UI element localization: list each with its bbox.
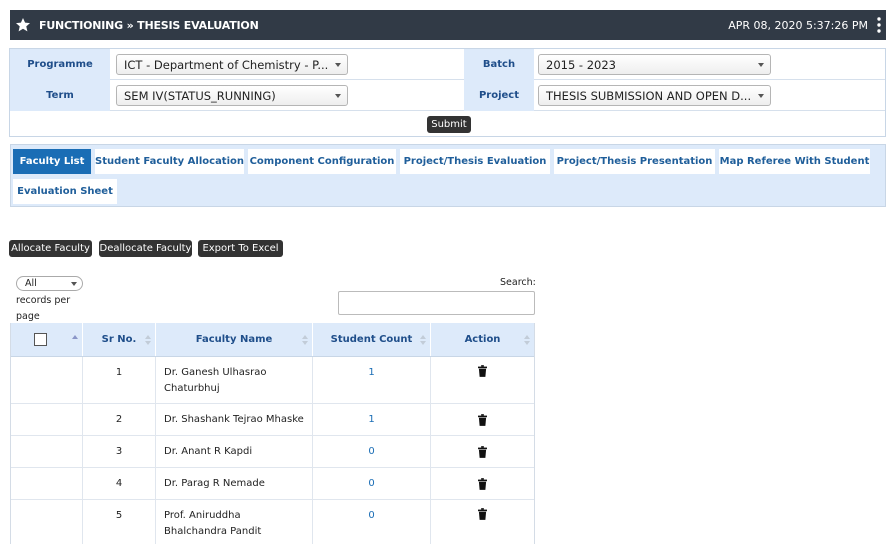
tab-project-thesis-evaluation[interactable]: Project/Thesis Evaluation: [400, 149, 550, 174]
submit-button[interactable]: Submit: [427, 116, 471, 133]
chevron-down-icon: [758, 63, 764, 67]
action-cell: [431, 404, 534, 435]
student-count-link[interactable]: 1: [313, 404, 431, 435]
tab-student-faculty-allocation[interactable]: Student Faculty Allocation: [95, 149, 244, 174]
table-row: 4 Dr. Parag R Nemade 0: [11, 468, 534, 500]
tab-map-referee-with-student[interactable]: Map Referee With Student: [719, 149, 870, 174]
faculty-name-cell: Dr. Anant R Kapdi: [156, 436, 313, 467]
column-header-label: Faculty Name: [195, 334, 273, 345]
page-title: FUNCTIONING » THESIS EVALUATION: [39, 18, 259, 32]
row-select-cell: [11, 436, 83, 467]
action-cell: [431, 436, 534, 467]
chevron-down-icon: [335, 63, 341, 67]
records-per-page-value: All: [25, 278, 37, 289]
sort-icon: [420, 335, 426, 345]
faculty-name-cell: Dr. Ganesh Ulhasrao Chaturbhuj: [156, 357, 313, 403]
column-header-label: Student Count: [330, 334, 413, 345]
student-count-link[interactable]: 0: [313, 436, 431, 467]
action-cell: [431, 468, 534, 499]
trash-icon[interactable]: [478, 365, 487, 377]
deallocate-faculty-button[interactable]: Deallocate Faculty: [99, 240, 192, 257]
select-all-header: [11, 323, 83, 356]
export-to-excel-button[interactable]: Export To Excel: [198, 240, 283, 257]
project-label: Project: [464, 80, 534, 111]
faculty-table: Sr No. Faculty Name Student Count Action…: [10, 323, 535, 544]
sort-icon: [524, 335, 530, 345]
programme-value: ICT - Department of Chemistry - P...: [124, 58, 329, 72]
column-header-student-count[interactable]: Student Count: [313, 323, 431, 356]
project-value: THESIS SUBMISSION AND OPEN D...: [546, 89, 752, 103]
column-header-action[interactable]: Action: [431, 323, 534, 356]
sort-asc-icon[interactable]: [72, 334, 78, 346]
batch-label: Batch: [464, 49, 534, 80]
tab-evaluation-sheet[interactable]: Evaluation Sheet: [13, 179, 117, 204]
column-header-label: Sr No.: [101, 334, 137, 345]
faculty-name-cell: Dr. Parag R Nemade: [156, 468, 313, 499]
sort-icon: [302, 335, 308, 345]
column-header-sr-no[interactable]: Sr No.: [83, 323, 156, 356]
table-row: 5 Prof. Aniruddha Bhalchandra Pandit 0: [11, 500, 534, 544]
sr-no-cell: 5: [83, 500, 156, 544]
student-count-link[interactable]: 0: [313, 500, 431, 544]
table-row: 1 Dr. Ganesh Ulhasrao Chaturbhuj 1: [11, 357, 534, 404]
tab-faculty-list[interactable]: Faculty List: [13, 149, 91, 174]
faculty-name-cell: Dr. Shashank Tejrao Mhaske: [156, 404, 313, 435]
sr-no-cell: 2: [83, 404, 156, 435]
action-cell: [431, 357, 534, 403]
sr-no-cell: 3: [83, 436, 156, 467]
row-select-cell: [11, 404, 83, 435]
programme-select[interactable]: ICT - Department of Chemistry - P...: [116, 54, 348, 75]
tab-bar: Faculty List Student Faculty Allocation …: [10, 144, 886, 207]
term-label: Term: [10, 80, 110, 111]
project-select[interactable]: THESIS SUBMISSION AND OPEN D...: [538, 85, 771, 106]
chevron-down-icon: [71, 282, 77, 286]
trash-icon[interactable]: [478, 413, 487, 426]
filter-panel: Programme ICT - Department of Chemistry …: [9, 48, 886, 137]
kebab-menu-icon[interactable]: [876, 17, 882, 33]
tab-project-thesis-presentation[interactable]: Project/Thesis Presentation: [554, 149, 715, 174]
column-header-label: Action: [464, 334, 501, 345]
filter-row-2: Term SEM IV(STATUS_RUNNING) Project THES…: [10, 80, 885, 111]
table-header-row: Sr No. Faculty Name Student Count Action: [11, 323, 534, 357]
search-label: Search:: [500, 277, 536, 288]
sr-no-cell: 4: [83, 468, 156, 499]
student-count-link[interactable]: 0: [313, 468, 431, 499]
title-bar: FUNCTIONING » THESIS EVALUATION APR 08, …: [10, 10, 886, 40]
row-select-cell: [11, 500, 83, 544]
action-cell: [431, 500, 534, 544]
chevron-down-icon: [758, 94, 764, 98]
search-input[interactable]: [338, 291, 535, 315]
datetime-display: APR 08, 2020 5:37:26 PM: [728, 18, 868, 32]
table-row: 3 Dr. Anant R Kapdi 0: [11, 436, 534, 468]
faculty-name-cell: Prof. Aniruddha Bhalchandra Pandit: [156, 500, 313, 544]
allocate-faculty-button[interactable]: Allocate Faculty: [9, 240, 92, 257]
trash-icon[interactable]: [478, 508, 487, 520]
batch-value: 2015 - 2023: [546, 58, 616, 72]
chevron-down-icon: [335, 94, 341, 98]
programme-label: Programme: [10, 49, 110, 80]
records-per-page-label: records per page: [16, 295, 71, 322]
records-per-page-select[interactable]: All: [16, 276, 83, 291]
row-select-cell: [11, 357, 83, 403]
sort-icon: [145, 335, 151, 345]
trash-icon[interactable]: [478, 477, 487, 490]
star-icon: [16, 18, 30, 32]
trash-icon[interactable]: [478, 445, 487, 458]
term-value: SEM IV(STATUS_RUNNING): [124, 89, 276, 103]
sr-no-cell: 1: [83, 357, 156, 403]
column-header-faculty-name[interactable]: Faculty Name: [156, 323, 313, 356]
select-all-checkbox[interactable]: [34, 333, 47, 346]
row-select-cell: [11, 468, 83, 499]
filter-row-1: Programme ICT - Department of Chemistry …: [10, 49, 885, 80]
term-select[interactable]: SEM IV(STATUS_RUNNING): [116, 85, 348, 106]
student-count-link[interactable]: 1: [313, 357, 431, 403]
batch-select[interactable]: 2015 - 2023: [538, 54, 771, 75]
table-row: 2 Dr. Shashank Tejrao Mhaske 1: [11, 404, 534, 436]
tab-component-configuration[interactable]: Component Configuration: [248, 149, 396, 174]
